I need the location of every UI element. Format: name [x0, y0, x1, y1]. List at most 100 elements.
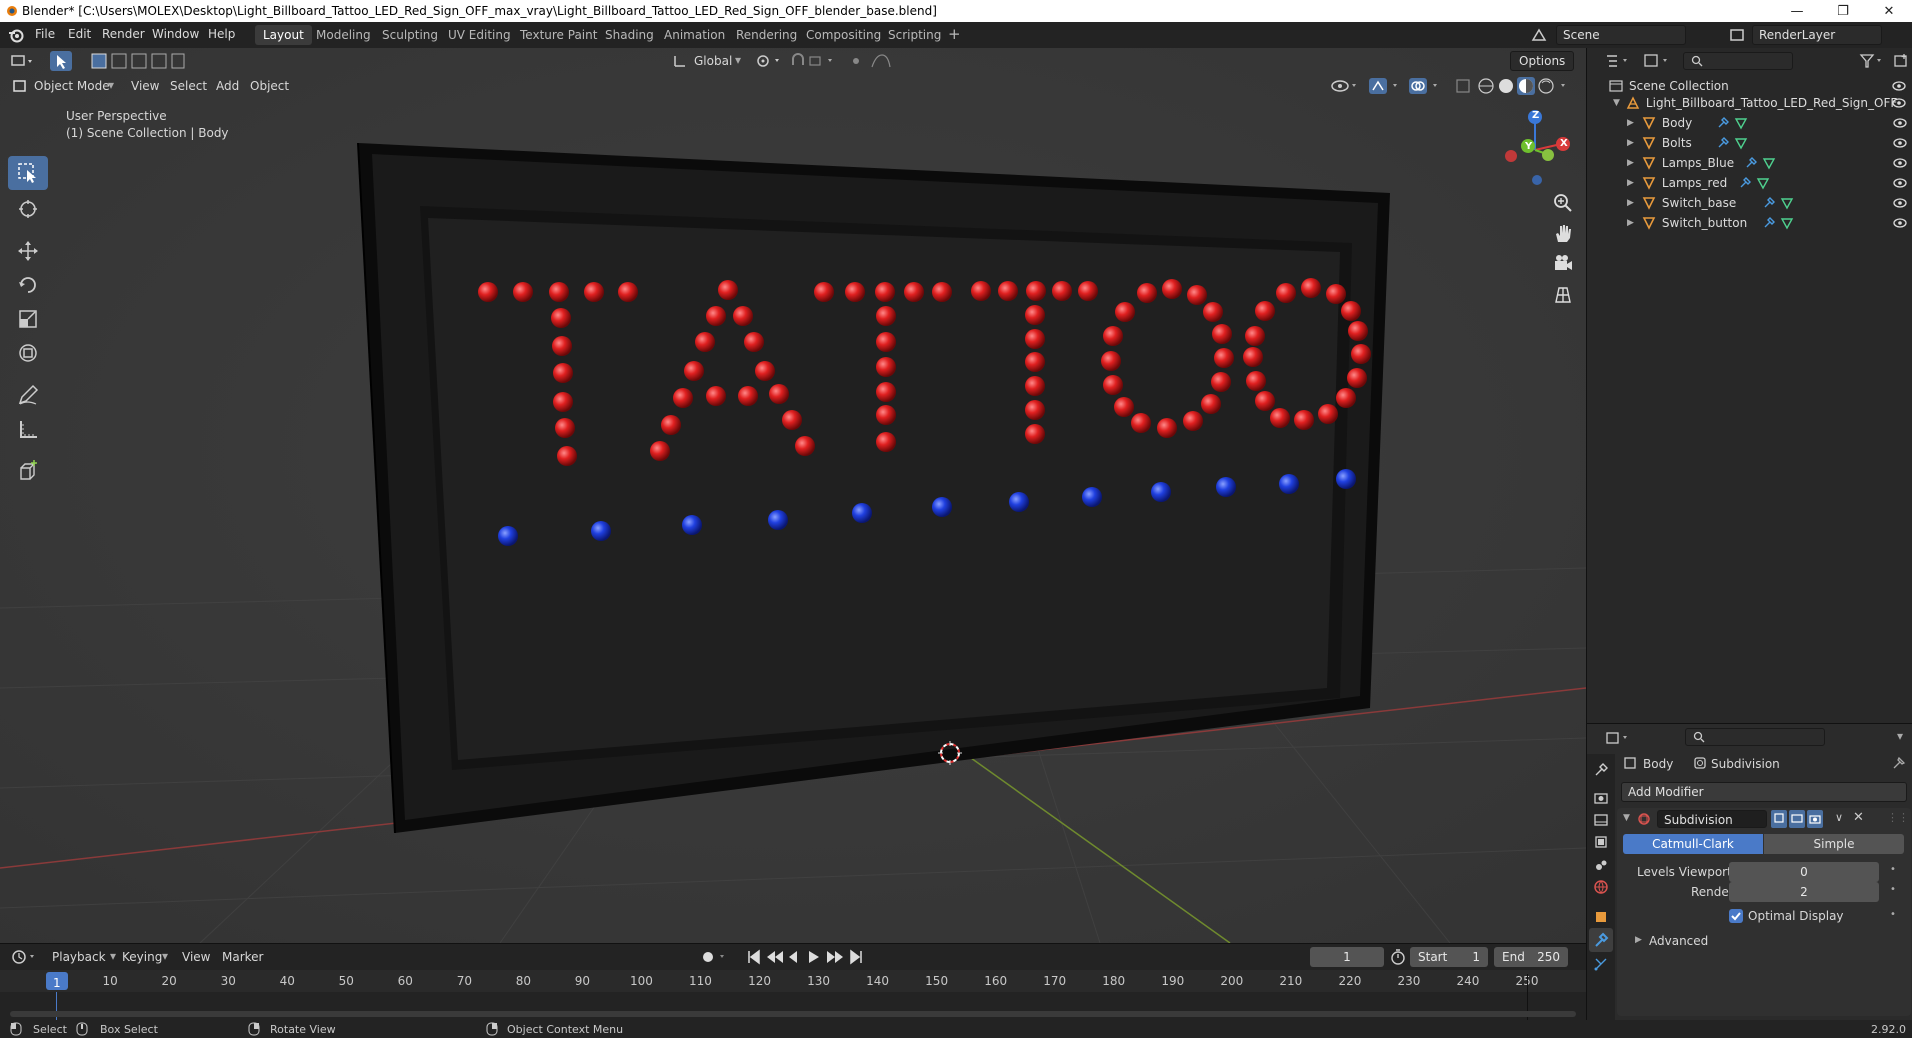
- outliner-row-object[interactable]: ▶ Body: [1587, 113, 1912, 133]
- transform-orientation-icon[interactable]: [672, 53, 688, 69]
- select-tool-mode-icon[interactable]: [50, 51, 72, 71]
- timeline-menu-view[interactable]: View: [182, 950, 210, 964]
- expand-arrow-icon[interactable]: ▶: [1627, 158, 1634, 168]
- perspective-toggle-icon[interactable]: [1552, 284, 1574, 306]
- optimal-display-checkbox[interactable]: [1729, 909, 1743, 923]
- tab-shading[interactable]: Shading: [597, 25, 662, 45]
- xray-toggle-icon[interactable]: [1455, 77, 1471, 95]
- add-cube-tool-icon[interactable]: [8, 454, 48, 488]
- record-keyframe-icon[interactable]: [700, 949, 730, 965]
- expand-arrow-icon[interactable]: ▼: [1613, 98, 1620, 108]
- object-tab-icon[interactable]: [1593, 909, 1609, 925]
- scene-tab-icon[interactable]: [1593, 857, 1609, 873]
- add-modifier-dropdown[interactable]: Add Modifier: [1621, 782, 1907, 802]
- menu-file[interactable]: File: [35, 27, 55, 41]
- outliner-row-collection[interactable]: ▼ Light_Billboard_Tattoo_LED_Red_Sign_OF…: [1587, 93, 1912, 113]
- expand-arrow-icon[interactable]: ▶: [1635, 935, 1642, 945]
- modifier-name-input[interactable]: Subdivision: [1657, 810, 1767, 828]
- minimize-icon[interactable]: —: [1774, 0, 1820, 22]
- close-icon[interactable]: ✕: [1866, 0, 1912, 22]
- simple-button[interactable]: Simple: [1764, 834, 1904, 854]
- pan-hand-icon[interactable]: [1552, 222, 1574, 244]
- 3d-cursor-icon[interactable]: [938, 741, 962, 765]
- outliner-row-object[interactable]: ▶ Lamps_Blue: [1587, 153, 1912, 173]
- output-tab-icon[interactable]: [1593, 812, 1609, 828]
- end-frame-field[interactable]: End 250: [1494, 947, 1568, 967]
- options-dropdown[interactable]: Options: [1510, 51, 1575, 71]
- selection-mode-icons[interactable]: [90, 52, 186, 70]
- tattoo-led-sign[interactable]: [0, 48, 1586, 943]
- tab-sculpting[interactable]: Sculpting: [374, 25, 446, 45]
- render-layer-icon[interactable]: [1728, 26, 1746, 44]
- current-frame-field[interactable]: 1: [1310, 947, 1384, 967]
- chevron-down-icon[interactable]: ∨: [1835, 811, 1843, 824]
- particles-tab-icon[interactable]: [1593, 956, 1609, 972]
- menu-edit[interactable]: Edit: [68, 27, 91, 41]
- modifier-display-toggles[interactable]: [1771, 810, 1827, 828]
- keyframe-dot-icon[interactable]: •: [1890, 884, 1896, 895]
- cursor-tool-icon[interactable]: [8, 192, 48, 226]
- keyframe-dot-icon[interactable]: •: [1890, 864, 1896, 875]
- tab-uv-editing[interactable]: UV Editing: [440, 25, 519, 45]
- object-mode-icon[interactable]: [12, 78, 28, 94]
- gizmo-toggle-icon[interactable]: [1368, 77, 1402, 95]
- advanced-subpanel-label[interactable]: Advanced: [1649, 934, 1708, 948]
- overlays-toggle-icon[interactable]: [1408, 77, 1442, 95]
- viewport-menu-view[interactable]: View: [131, 79, 159, 93]
- 3d-viewport[interactable]: Global ▾ Options Object Mode ▾ View Sele…: [0, 48, 1586, 943]
- menu-help[interactable]: Help: [208, 27, 235, 41]
- zoom-icon[interactable]: [1552, 192, 1574, 214]
- chevron-down-icon[interactable]: ▾: [108, 78, 114, 92]
- add-workspace-icon[interactable]: +: [940, 25, 969, 45]
- outliner-row-object[interactable]: ▶ Lamps_red: [1587, 173, 1912, 193]
- blender-menu-icon[interactable]: [8, 27, 24, 43]
- viewport-menu-object[interactable]: Object: [250, 79, 289, 93]
- expand-arrow-icon[interactable]: ▶: [1627, 178, 1634, 188]
- timeline-ruler[interactable]: 10 20 30 40 50 60 70 80 90 100 110 120 130 140 150 160 1…: [0, 970, 1586, 992]
- visibility-eye-icon[interactable]: [1892, 80, 1906, 92]
- start-frame-field[interactable]: Start 1: [1410, 947, 1488, 967]
- visibility-eye-icon[interactable]: [1893, 117, 1907, 129]
- playback-controls[interactable]: [745, 948, 865, 966]
- render-levels-field[interactable]: 2: [1729, 882, 1879, 902]
- properties-editor-type-icon[interactable]: [1605, 730, 1633, 746]
- display-mode-icon[interactable]: [1643, 53, 1673, 69]
- collapse-arrow-icon[interactable]: ▼: [1623, 813, 1630, 823]
- move-tool-icon[interactable]: [8, 234, 48, 268]
- levels-viewport-field[interactable]: 0: [1729, 862, 1879, 882]
- maximize-icon[interactable]: ❐: [1820, 0, 1866, 22]
- modifier-tab-icon[interactable]: [1589, 928, 1613, 952]
- world-tab-icon[interactable]: [1593, 879, 1609, 895]
- catmull-clark-button[interactable]: Catmull-Clark: [1623, 834, 1763, 854]
- keyframe-dot-icon[interactable]: •: [1890, 909, 1896, 920]
- tab-animation[interactable]: Animation: [656, 25, 733, 45]
- object-mode-selector[interactable]: Object Mode: [34, 79, 110, 93]
- menu-render[interactable]: Render: [102, 27, 145, 41]
- stopwatch-icon[interactable]: [1390, 949, 1406, 965]
- orientation-selector[interactable]: Global: [694, 54, 732, 68]
- tab-texture-paint[interactable]: Texture Paint: [512, 25, 605, 45]
- visibility-eye-icon[interactable]: [1893, 217, 1907, 229]
- expand-arrow-icon[interactable]: ▶: [1627, 198, 1634, 208]
- pivot-point-icon[interactable]: [755, 53, 785, 69]
- viewport-menu-select[interactable]: Select: [170, 79, 207, 93]
- remove-modifier-icon[interactable]: ✕: [1853, 810, 1864, 825]
- chevron-down-icon[interactable]: ▾: [735, 53, 741, 67]
- new-collection-icon[interactable]: [1893, 53, 1909, 69]
- pin-icon[interactable]: [1892, 756, 1906, 770]
- timeline-editor-type-icon[interactable]: [10, 948, 38, 966]
- outliner-row-object[interactable]: ▶ Switch_button: [1587, 213, 1912, 233]
- tab-rendering[interactable]: Rendering: [728, 25, 805, 45]
- expand-arrow-icon[interactable]: ▶: [1627, 138, 1634, 148]
- visibility-eye-icon[interactable]: [1893, 177, 1907, 189]
- editor-type-icon[interactable]: [10, 52, 36, 70]
- menu-window[interactable]: Window: [152, 27, 199, 41]
- proportional-editing-icon[interactable]: [848, 53, 898, 69]
- drag-handle-icon[interactable]: ⋮⋮: [1887, 811, 1909, 824]
- annotate-tool-icon[interactable]: [8, 378, 48, 412]
- chevron-down-icon[interactable]: ▾: [162, 949, 168, 963]
- shading-mode-icons[interactable]: [1476, 76, 1572, 96]
- transform-tool-icon[interactable]: [8, 336, 48, 370]
- timeline-menu-marker[interactable]: Marker: [222, 950, 263, 964]
- chevron-down-icon[interactable]: ▾: [110, 949, 116, 963]
